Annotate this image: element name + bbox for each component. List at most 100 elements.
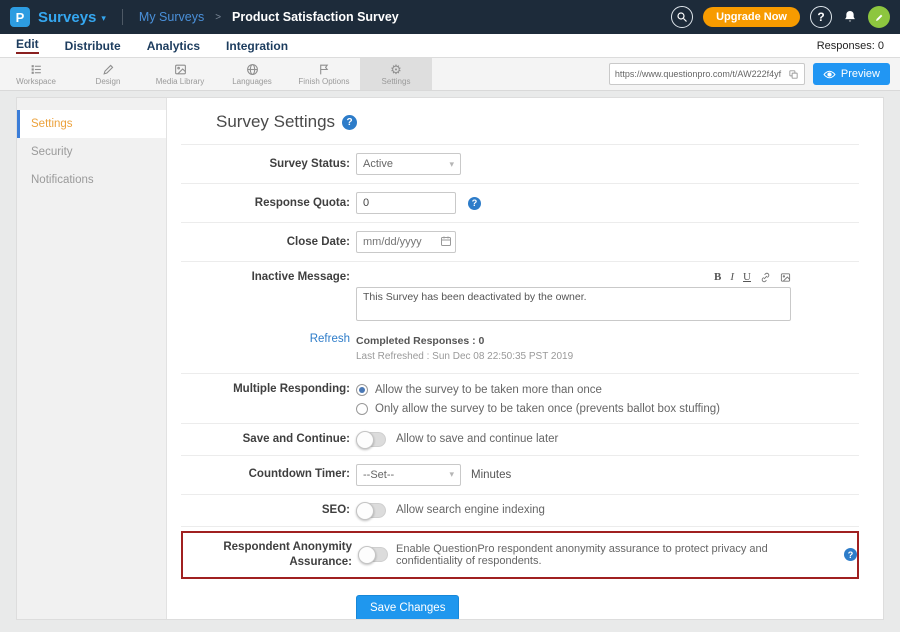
search-icon xyxy=(676,11,688,23)
radio-button-icon[interactable] xyxy=(356,384,368,396)
tab-edit[interactable]: Edit xyxy=(16,37,39,54)
calendar-icon[interactable] xyxy=(440,235,452,247)
response-quota-help-icon[interactable]: ? xyxy=(468,197,481,210)
help-button[interactable]: ? xyxy=(810,6,832,28)
refresh-link[interactable]: Refresh xyxy=(181,333,356,345)
upgrade-now-button[interactable]: Upgrade Now xyxy=(703,7,800,27)
settings-main: Survey Settings ? Survey Status: Active … xyxy=(167,98,883,619)
anonymity-toggle[interactable] xyxy=(358,547,388,562)
inactive-message-row: Inactive Message: B I U xyxy=(181,262,859,329)
refresh-info: Completed Responses : 0 Last Refreshed :… xyxy=(356,333,573,365)
anonymity-cell: Enable QuestionPro respondent anonymity … xyxy=(358,543,857,567)
settings-title: Survey Settings xyxy=(216,112,335,132)
survey-status-value: Active xyxy=(363,158,393,170)
refresh-row: Refresh Completed Responses : 0 Last Ref… xyxy=(181,329,859,374)
seo-label: SEO: xyxy=(181,503,356,518)
radio-option-label: Only allow the survey to be taken once (… xyxy=(375,403,720,415)
search-button[interactable] xyxy=(671,6,693,28)
toolbar-item-label: Workspace xyxy=(16,77,56,86)
title-help-icon[interactable]: ? xyxy=(342,115,357,130)
notifications-button[interactable] xyxy=(842,9,858,25)
gear-icon: ⚙ xyxy=(390,63,402,76)
countdown-timer-select[interactable]: --Set-- ▾ xyxy=(356,464,461,486)
last-refreshed-text: Last Refreshed : Sun Dec 08 22:50:35 PST… xyxy=(356,349,573,365)
preview-label: Preview xyxy=(841,68,880,80)
radio-option-label: Allow the survey to be taken more than o… xyxy=(375,384,602,396)
image-icon xyxy=(780,272,791,283)
anonymity-help-icon[interactable]: ? xyxy=(844,548,857,561)
anonymity-label: Respondent Anonymity Assurance: xyxy=(183,540,358,570)
content-card: Settings Security Notifications Survey S… xyxy=(16,97,884,620)
response-quota-input[interactable] xyxy=(356,192,456,214)
copy-url-button[interactable] xyxy=(788,69,799,80)
save-and-continue-toggle[interactable] xyxy=(356,432,386,447)
toolbar-item-label: Media Library xyxy=(156,77,204,86)
countdown-timer-suffix: Minutes xyxy=(471,469,511,481)
survey-url-field[interactable]: https://www.questionpro.com/t/AW222f4yf xyxy=(609,63,805,85)
copy-icon xyxy=(788,69,799,80)
edit-profile-button[interactable] xyxy=(868,6,890,28)
italic-button[interactable]: I xyxy=(730,272,734,283)
bold-button[interactable]: B xyxy=(714,272,721,283)
breadcrumb-my-surveys[interactable]: My Surveys xyxy=(139,10,204,24)
toolbar-right: https://www.questionpro.com/t/AW222f4yf … xyxy=(609,58,900,90)
pencil-icon xyxy=(874,12,885,23)
underline-button[interactable]: U xyxy=(743,272,751,283)
questionpro-logo[interactable]: P xyxy=(10,7,30,27)
toolbar-item-settings[interactable]: ⚙ Settings xyxy=(360,58,432,90)
survey-status-row: Survey Status: Active ▾ xyxy=(181,145,859,184)
close-date-label: Close Date: xyxy=(181,235,356,250)
inactive-message-label: Inactive Message: xyxy=(181,270,356,285)
sidebar-item-notifications[interactable]: Notifications xyxy=(17,166,166,194)
question-mark-icon: ? xyxy=(817,10,824,24)
radio-button-icon[interactable] xyxy=(356,403,368,415)
survey-status-label: Survey Status: xyxy=(181,157,356,172)
toolbar-item-finish-options[interactable]: Finish Options xyxy=(288,58,360,90)
globe-icon xyxy=(246,63,259,76)
response-quota-label: Response Quota: xyxy=(181,196,356,211)
seo-row: SEO: Allow search engine indexing xyxy=(181,495,859,527)
chevron-down-icon: ▾ xyxy=(449,469,454,480)
media-library-icon xyxy=(174,63,187,76)
radio-option-once-only[interactable]: Only allow the survey to be taken once (… xyxy=(356,403,720,415)
toolbar-item-design[interactable]: Design xyxy=(72,58,144,90)
product-switcher[interactable]: Surveys ▾ xyxy=(38,9,106,26)
chevron-down-icon: ▾ xyxy=(449,159,454,170)
richtext-toolbar: B I U xyxy=(356,270,791,284)
save-and-continue-row: Save and Continue: Allow to save and con… xyxy=(181,424,859,456)
topbar: P Surveys ▾ My Surveys > Product Satisfa… xyxy=(0,0,900,34)
tab-integration[interactable]: Integration xyxy=(226,39,288,53)
insert-image-button[interactable] xyxy=(780,272,791,283)
seo-text: Allow search engine indexing xyxy=(396,504,545,516)
toolbar-item-workspace[interactable]: Workspace xyxy=(0,58,72,90)
flag-icon xyxy=(318,63,331,76)
save-changes-button[interactable]: Save Changes xyxy=(356,595,459,619)
completed-responses-text: Completed Responses : 0 xyxy=(356,333,573,349)
anonymity-text: Enable QuestionPro respondent anonymity … xyxy=(396,543,836,567)
tab-distribute[interactable]: Distribute xyxy=(65,39,121,53)
save-row: Save Changes xyxy=(181,583,859,619)
sidebar-item-security[interactable]: Security xyxy=(17,138,166,166)
countdown-timer-label: Countdown Timer: xyxy=(181,467,356,482)
tab-analytics[interactable]: Analytics xyxy=(147,39,200,53)
workspace-icon xyxy=(30,63,43,76)
toolbar-item-languages[interactable]: Languages xyxy=(216,58,288,90)
responses-count: Responses: 0 xyxy=(817,40,884,52)
seo-toggle[interactable] xyxy=(356,503,386,518)
countdown-timer-row: Countdown Timer: --Set-- ▾ Minutes xyxy=(181,456,859,495)
radio-option-multiple-allowed[interactable]: Allow the survey to be taken more than o… xyxy=(356,384,720,396)
design-icon xyxy=(102,63,115,76)
preview-button[interactable]: Preview xyxy=(813,63,890,85)
save-and-continue-label: Save and Continue: xyxy=(181,432,356,447)
toolbar-item-label: Languages xyxy=(232,77,272,86)
response-quota-row: Response Quota: ? xyxy=(181,184,859,223)
link-button[interactable] xyxy=(760,272,771,283)
save-and-continue-text: Allow to save and continue later xyxy=(396,433,558,445)
survey-status-select[interactable]: Active ▾ xyxy=(356,153,461,175)
sidebar-item-settings[interactable]: Settings xyxy=(17,110,166,138)
inactive-message-editor: B I U Thi xyxy=(356,270,791,321)
close-date-row: Close Date: xyxy=(181,223,859,262)
toolbar-item-media-library[interactable]: Media Library xyxy=(144,58,216,90)
inactive-message-textarea[interactable]: This Survey has been deactivated by the … xyxy=(356,287,791,321)
edit-toolbar: Workspace Design Media Library Languages… xyxy=(0,58,900,91)
